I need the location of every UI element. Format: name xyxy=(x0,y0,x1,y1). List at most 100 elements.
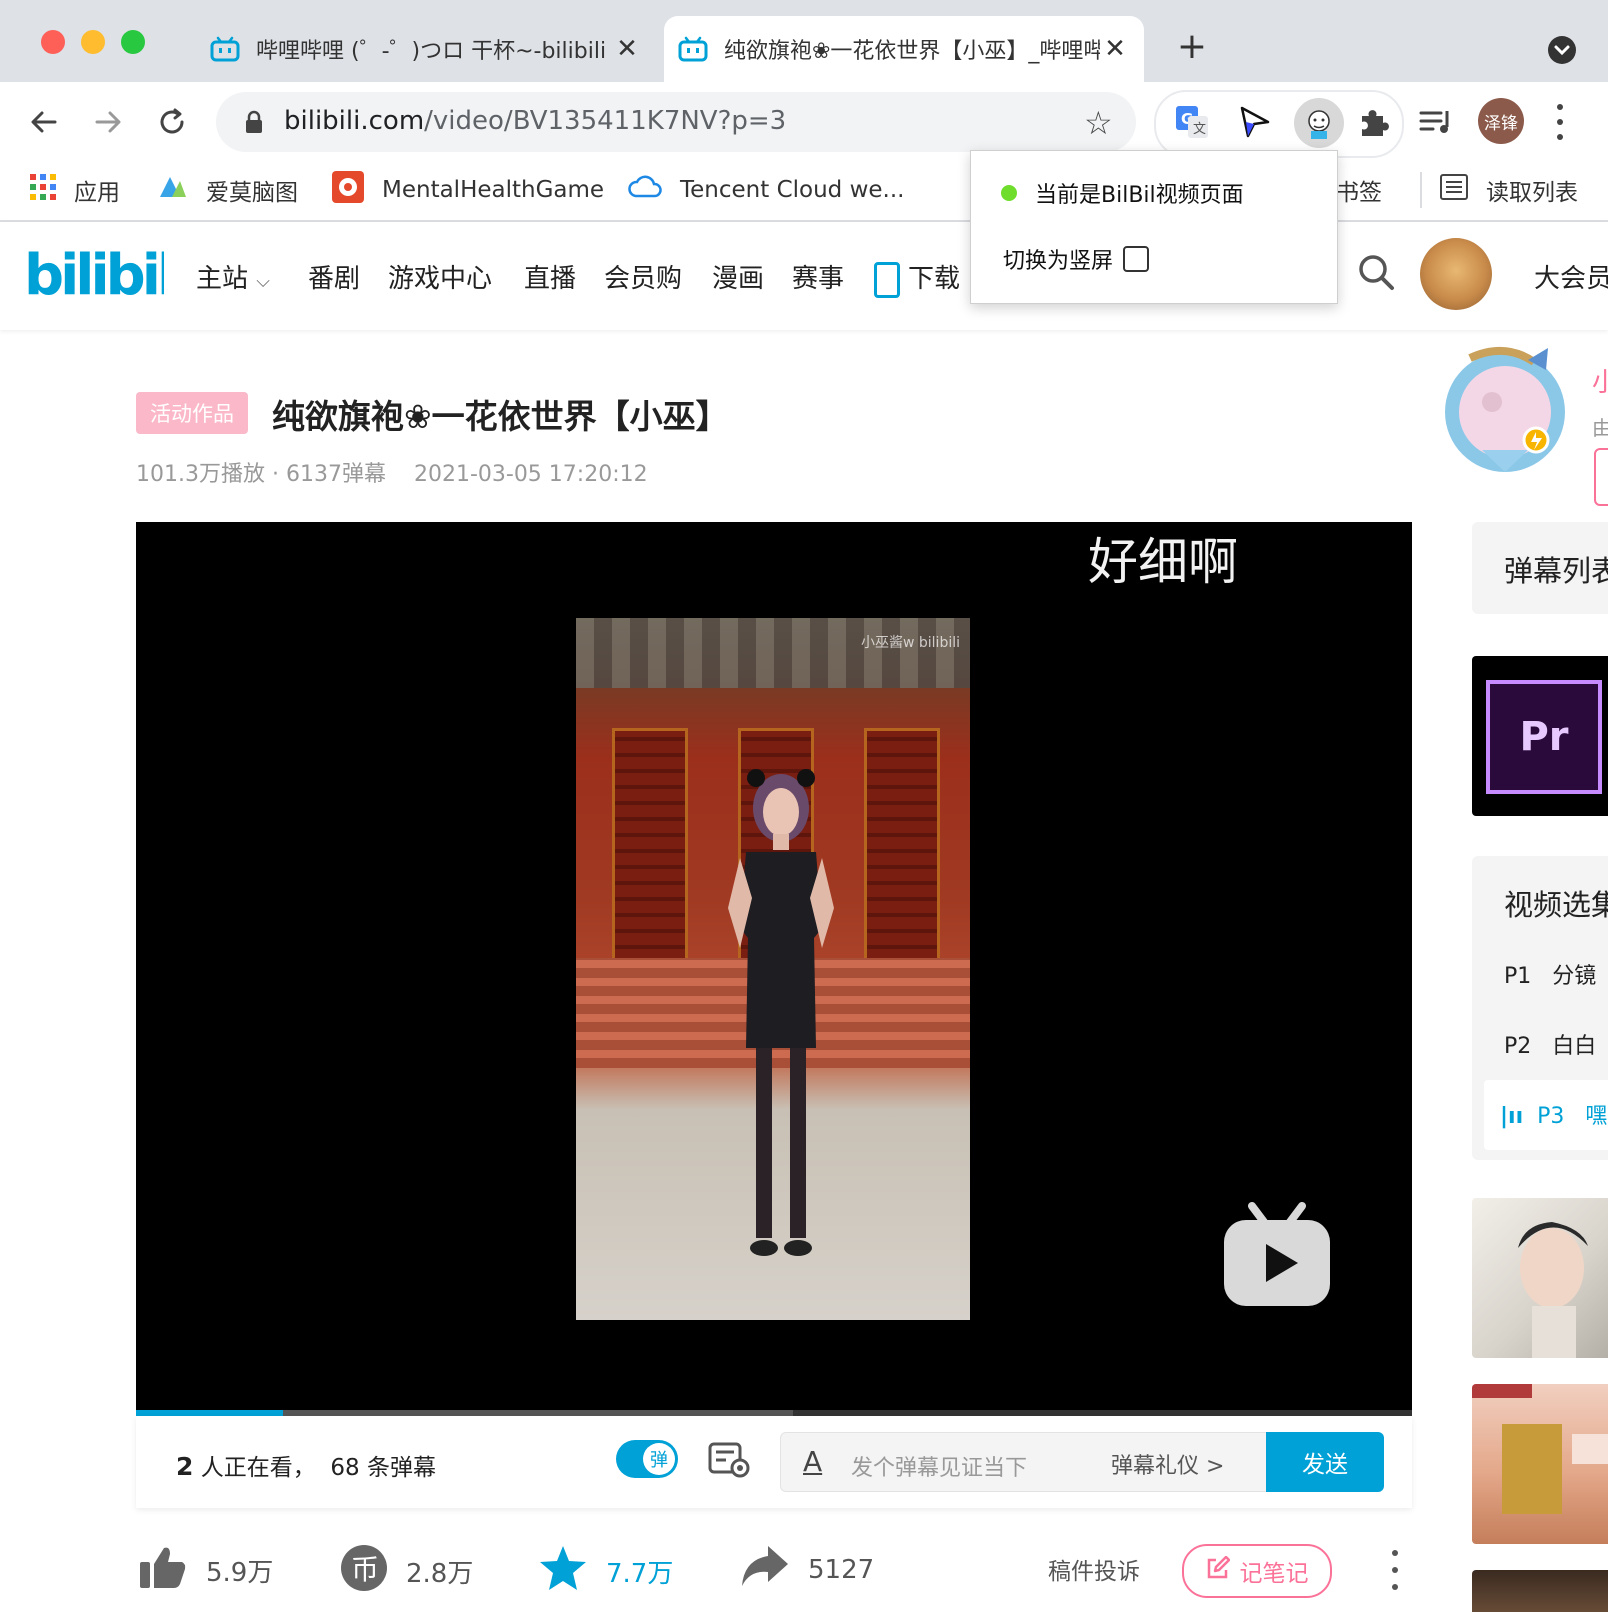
report-link[interactable]: 稿件投诉 xyxy=(1048,1552,1140,1586)
bookmark-aimo[interactable]: 爱莫脑图 xyxy=(156,172,298,208)
bookmark-other[interactable]: 书签 xyxy=(1336,172,1382,208)
danmaku-list-title: 弹幕列表 xyxy=(1504,554,1608,588)
bookmark-tencent-cloud[interactable]: Tencent Cloud we... xyxy=(628,172,904,208)
bilibili-logo[interactable]: bilibili xyxy=(24,240,191,314)
bilibili-play-icon[interactable] xyxy=(1222,1202,1332,1312)
uploader-desc: 由 xyxy=(1592,416,1608,440)
video-frame: 小巫酱w bilibili xyxy=(576,618,970,1320)
minimize-window-button[interactable] xyxy=(81,30,105,54)
new-tab-button[interactable]: + xyxy=(1172,26,1212,67)
back-button[interactable] xyxy=(22,100,66,144)
uploader-avatar[interactable] xyxy=(1430,340,1580,480)
address-bar[interactable]: bilibili.com/video/BV135411K7NV?p=3 ☆ xyxy=(216,92,1136,152)
coin-count: 2.8万 xyxy=(406,1559,474,1589)
danmaku-placeholder: 发个弹幕见证当下 xyxy=(851,1456,1028,1481)
episode-title: 嘿 xyxy=(1585,1104,1608,1129)
google-translate-icon[interactable]: G文 xyxy=(1170,100,1214,144)
recommend-thumbnail[interactable] xyxy=(1472,1384,1608,1544)
popup-status: 当前是BilBil视频页面 xyxy=(1001,177,1244,209)
tab-video[interactable]: 纯欲旗袍❀一花依世界【小巫】_哔哩哔哩 ✕ xyxy=(664,16,1144,82)
puzzle-icon[interactable] xyxy=(1352,100,1396,144)
episode-item-current[interactable]: |ıı P3 嘿 xyxy=(1500,1098,1607,1130)
danmaku-list-panel[interactable]: 弹幕列表 xyxy=(1472,522,1608,614)
popup-status-text: 当前是BilBil视频页面 xyxy=(1035,183,1244,208)
danmaku-settings-icon[interactable] xyxy=(708,1440,752,1484)
follow-button[interactable] xyxy=(1594,448,1608,506)
browser-menu-icon[interactable] xyxy=(1550,100,1570,144)
bilibili-header: bilibili 主站 ⌵ 番剧 游戏中心 直播 会员购 漫画 赛事 下载 大会… xyxy=(0,222,1608,330)
like-button[interactable]: 5.9万 xyxy=(138,1544,273,1597)
forward-button[interactable] xyxy=(86,100,130,144)
danmaku-num: 68 xyxy=(330,1455,360,1481)
reading-list-button[interactable] xyxy=(1414,100,1458,144)
close-window-button[interactable] xyxy=(41,30,65,54)
nav-game-center[interactable]: 游戏中心 xyxy=(388,258,492,295)
text-style-icon[interactable]: A xyxy=(803,1445,822,1478)
bookmark-apps[interactable]: 应用 xyxy=(30,172,120,208)
uploader-name[interactable]: 小 xyxy=(1592,362,1608,399)
bookmark-star-icon[interactable]: ☆ xyxy=(1084,104,1113,142)
nav-download[interactable]: 下载 xyxy=(874,258,960,298)
recommend-thumbnail[interactable] xyxy=(1472,1198,1608,1358)
danmaku-input[interactable]: A 发个弹幕见证当下 弹幕礼仪 > xyxy=(780,1432,1268,1492)
episode-title: 白白 xyxy=(1552,1034,1597,1059)
tab-search-button[interactable] xyxy=(1548,36,1576,64)
take-notes-button[interactable]: 记笔记 xyxy=(1182,1544,1332,1598)
search-icon[interactable] xyxy=(1356,252,1396,296)
coin-button[interactable]: 币 2.8万 xyxy=(340,1544,473,1599)
reading-list-link[interactable]: 读取列表 xyxy=(1420,172,1578,208)
ad-banner[interactable]: Pr xyxy=(1472,656,1608,816)
tab-strip: 哔哩哔哩 (゜-゜)つロ 干杯~-bilibili ✕ 纯欲旗袍❀一花依世界【小… xyxy=(0,0,1608,82)
favorite-button[interactable]: 7.7万 xyxy=(538,1544,673,1599)
viewer-text: 人正在看， xyxy=(200,1455,316,1481)
tab-bilibili-home[interactable]: 哔哩哔哩 (゜-゜)つロ 干杯~-bilibili ✕ xyxy=(196,16,656,82)
episode-item[interactable]: P1 分镜 xyxy=(1504,958,1596,990)
share-button[interactable]: 5127 xyxy=(740,1544,874,1595)
episode-num: P2 xyxy=(1504,1034,1532,1059)
nav-manga[interactable]: 漫画 xyxy=(712,258,764,295)
tab-title: 哔哩哔哩 (゜-゜)つロ 干杯~-bilibili xyxy=(256,39,607,64)
nav-bangumi[interactable]: 番剧 xyxy=(308,258,360,295)
bookmark-mentalhealthgame[interactable]: MentalHealthGame xyxy=(332,171,604,209)
nav-label: 下载 xyxy=(908,264,961,294)
profile-avatar[interactable]: 泽锋 xyxy=(1478,98,1524,144)
nav-label: 主站 xyxy=(196,264,249,294)
nav-live[interactable]: 直播 xyxy=(524,258,576,295)
big-member-link[interactable]: 大会员 xyxy=(1534,258,1608,295)
nav-member-shop[interactable]: 会员购 xyxy=(604,258,682,295)
premiere-pro-logo: Pr xyxy=(1486,680,1602,794)
extensions-group: G文 xyxy=(1154,90,1404,158)
more-options-icon[interactable] xyxy=(1390,1550,1400,1590)
recommend-thumbnail[interactable] xyxy=(1472,1570,1608,1612)
danmaku-toggle[interactable]: 弹 xyxy=(616,1440,678,1478)
dancer-figure xyxy=(728,769,834,1256)
popup-switch-row[interactable]: 切换为竖屏 xyxy=(1003,243,1150,275)
send-danmaku-button[interactable]: 发送 xyxy=(1266,1432,1384,1492)
nav-esports[interactable]: 赛事 xyxy=(792,258,844,295)
reload-button[interactable] xyxy=(150,100,194,144)
chevron-down-icon xyxy=(1554,45,1570,56)
bookmark-label: 读取列表 xyxy=(1486,180,1578,206)
avatar-extension-icon[interactable] xyxy=(1294,98,1344,148)
publish-date: 2021-03-05 17:20:12 xyxy=(413,462,648,487)
browser-window: 哔哩哔哩 (゜-゜)つロ 干杯~-bilibili ✕ 纯欲旗袍❀一花依世界【小… xyxy=(0,0,1608,1612)
vertical-screen-checkbox[interactable] xyxy=(1123,246,1150,272)
cloud-icon xyxy=(628,174,662,206)
mentalhealth-game-icon xyxy=(332,171,364,209)
cursor-extension-icon[interactable] xyxy=(1232,100,1276,144)
activity-tag[interactable]: 活动作品 xyxy=(136,392,248,434)
svg-text:bilibili: bilibili xyxy=(24,243,164,308)
lock-icon[interactable] xyxy=(244,110,264,138)
nav-main-site[interactable]: 主站 ⌵ xyxy=(196,258,270,295)
extension-popup: 当前是BilBil视频页面 切换为竖屏 xyxy=(970,150,1338,304)
close-icon[interactable]: ✕ xyxy=(612,34,642,64)
maximize-window-button[interactable] xyxy=(121,30,145,54)
bookmark-label: 应用 xyxy=(74,180,120,206)
danmaku-count: 6137弹幕 xyxy=(285,462,386,487)
user-avatar[interactable] xyxy=(1420,238,1492,310)
notes-label: 记笔记 xyxy=(1239,1561,1309,1587)
close-icon[interactable]: ✕ xyxy=(1100,34,1130,64)
episode-item[interactable]: P2 白白 xyxy=(1504,1028,1596,1060)
danmaku-etiquette-link[interactable]: 弹幕礼仪 > xyxy=(1111,1448,1224,1480)
video-player[interactable]: 小巫酱w bilibili 好细啊 xyxy=(136,522,1412,1416)
